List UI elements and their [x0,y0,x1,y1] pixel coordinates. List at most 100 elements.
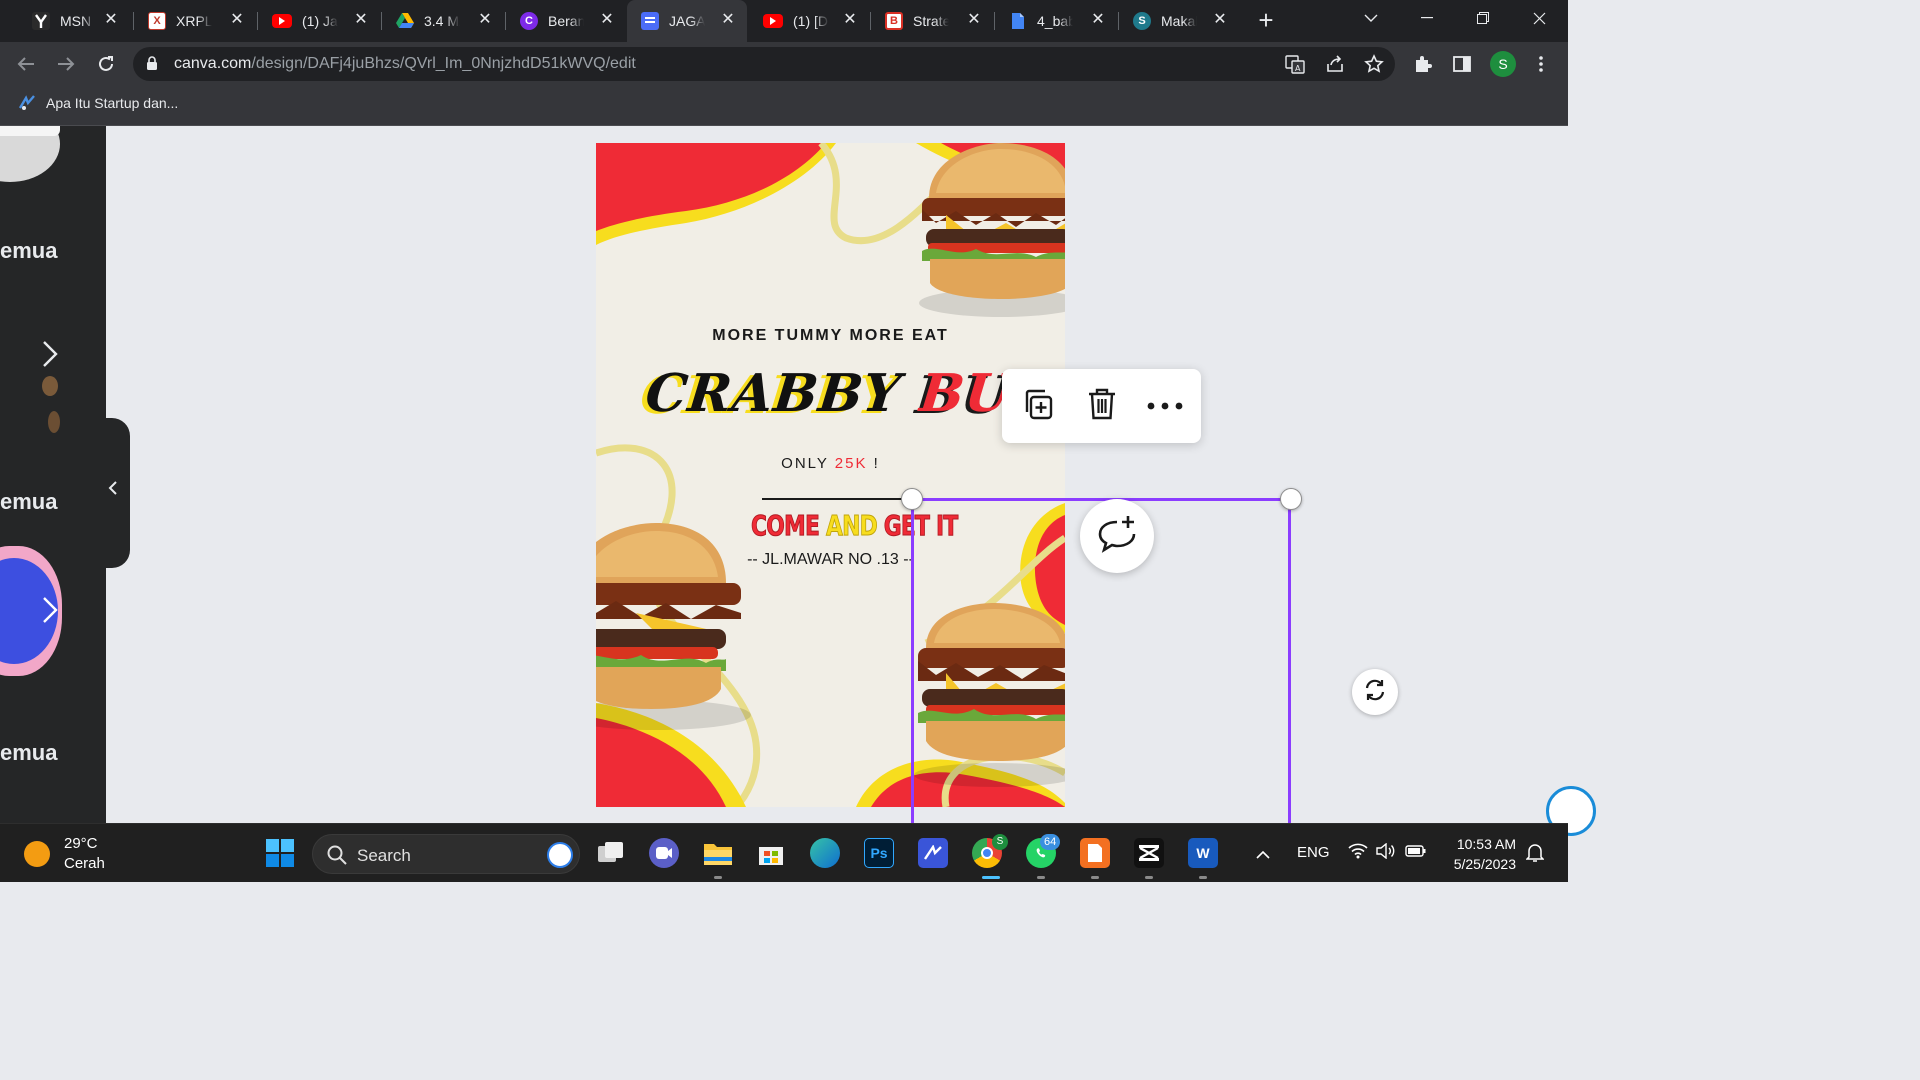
minimize-button[interactable] [1404,0,1450,36]
new-tab-button[interactable]: + [1254,7,1278,33]
add-comment-button[interactable] [1080,499,1154,573]
url-path: /design/DAFj4juBhzs/QVrl_Im_0NnjzhdD51kW… [251,55,636,72]
capcut-icon[interactable] [1134,838,1164,868]
close-window-button[interactable] [1516,0,1562,36]
weather-widget[interactable]: 29°C Cerah [24,834,105,874]
close-icon[interactable]: ✕ [352,11,370,29]
show-hidden-icons-chevron-icon[interactable] [1256,846,1270,864]
tab-search-chevron-icon[interactable] [1348,0,1394,36]
close-icon[interactable]: ✕ [719,11,737,29]
whatsapp-unread-badge: 64 [1040,834,1061,850]
notification-icon[interactable] [1525,843,1545,868]
tab-title: MSN Ir [60,13,96,29]
see-all-label-1[interactable]: emua [0,238,57,264]
file-explorer-icon[interactable] [703,838,733,868]
share-icon[interactable] [1325,54,1345,74]
tab-canva-design-active[interactable]: JAGA K ✕ [627,0,747,42]
tab-strategi[interactable]: B Strateg ✕ [871,0,993,42]
tab-title: Berand [548,13,584,29]
chrome-profile-badge: S [992,834,1008,850]
address-bar[interactable]: canva.com/design/DAFj4juBhzs/QVrl_Im_0Nn… [133,47,1395,81]
tab-msn[interactable]: MSN Ir ✕ [18,0,130,42]
bean-element-thumbnail[interactable] [48,411,60,433]
close-icon[interactable]: ✕ [598,11,616,29]
delete-button[interactable] [1083,387,1121,425]
battery-icon[interactable] [1405,844,1427,863]
chevron-left-icon [108,480,118,501]
bing-icon [547,842,573,868]
chevron-right-icon[interactable] [42,596,58,632]
microsoft-store-icon[interactable] [756,838,786,868]
extensions-icon[interactable] [1409,50,1437,78]
url-text[interactable]: canva.com/design/DAFj4juBhzs/QVrl_Im_0Nn… [174,55,636,73]
language-indicator[interactable]: ENG [1297,844,1330,861]
price-suffix: ! [867,455,880,472]
volume-icon[interactable] [1376,842,1396,864]
close-icon[interactable]: ✕ [102,11,120,29]
see-all-label-2[interactable]: emua [0,489,57,515]
forward-button[interactable] [52,50,80,78]
tab-title: (1) [DE [793,13,829,29]
canva-doc-icon [641,12,659,30]
word-icon[interactable]: W [1188,838,1218,868]
taskbar-search[interactable]: Search [312,834,580,874]
tab-xrpl[interactable]: X XRPL6 ✕ [134,0,256,42]
msn-icon [32,12,50,30]
duplicate-button[interactable] [1020,387,1058,425]
canva-side-panel: emua emua emua [0,126,106,823]
tab-title: 4_bab1 [1037,13,1073,29]
system-clock[interactable]: 10:53 AM 5/25/2023 [1446,834,1516,874]
tab-canva-beranda[interactable]: C Berand ✕ [506,0,626,42]
bookmark-favicon-icon [18,94,36,112]
google-drive-icon [396,12,414,30]
clock-date: 5/25/2023 [1453,856,1516,872]
close-icon[interactable]: ✕ [228,11,246,29]
tab-youtube-1[interactable]: (1) Jam ✕ [258,0,380,42]
close-icon[interactable]: ✕ [1211,11,1229,29]
bean-element-thumbnail[interactable] [42,376,58,396]
poster-divider-line[interactable] [762,498,912,500]
photoshop-icon[interactable]: Ps [864,838,894,868]
chevron-right-icon[interactable] [42,340,58,376]
element-context-menu [1002,369,1201,443]
rotate-button[interactable] [1352,669,1398,715]
thumbnail-strip [0,126,60,136]
tab-youtube-2[interactable]: (1) [DE ✕ [749,0,869,42]
reload-button[interactable] [92,50,120,78]
close-icon[interactable]: ✕ [841,11,859,29]
task-view-icon[interactable] [596,838,626,868]
tab-bab1[interactable]: 4_bab1 ✕ [995,0,1117,42]
resize-handle-top-left[interactable] [901,488,923,510]
tab-drive[interactable]: 3.4 MA ✕ [382,0,504,42]
more-options-button[interactable] [1146,387,1184,425]
pdf-app-icon[interactable] [1080,838,1110,868]
translate-icon[interactable]: A [1285,54,1305,74]
back-button[interactable] [12,50,40,78]
collapse-panel-button[interactable] [100,418,130,568]
restore-button[interactable] [1460,0,1506,36]
chat-icon[interactable] [649,838,679,868]
tab-title: JAGA K [669,13,705,29]
close-icon[interactable]: ✕ [965,11,983,29]
poster-call-to-action[interactable]: COME AND GET IT [751,509,959,543]
more-icon [1147,397,1183,415]
price-prefix: ONLY [781,455,835,472]
running-indicator [714,876,722,879]
edge-icon[interactable] [810,838,840,868]
chrome-menu-icon[interactable] [1527,50,1555,78]
poster-price[interactable]: ONLY 25K ! [596,455,1065,472]
windows-start-icon[interactable] [265,838,295,868]
bookmark-startup[interactable]: Apa Itu Startup dan... [18,94,178,112]
app-icon[interactable] [918,838,948,868]
bookmark-star-icon[interactable] [1364,54,1384,74]
see-all-label-3[interactable]: emua [0,740,57,766]
price-amount: 25K [834,455,868,472]
poster-tagline[interactable]: MORE TUMMY MORE EAT [596,327,1065,345]
resize-handle-top-right[interactable] [1280,488,1302,510]
profile-avatar[interactable]: S [1490,51,1516,77]
close-icon[interactable]: ✕ [476,11,494,29]
tab-makalah[interactable]: S Makala ✕ [1119,0,1239,42]
wifi-icon[interactable] [1348,843,1368,864]
close-icon[interactable]: ✕ [1089,11,1107,29]
side-panel-icon[interactable] [1448,50,1476,78]
